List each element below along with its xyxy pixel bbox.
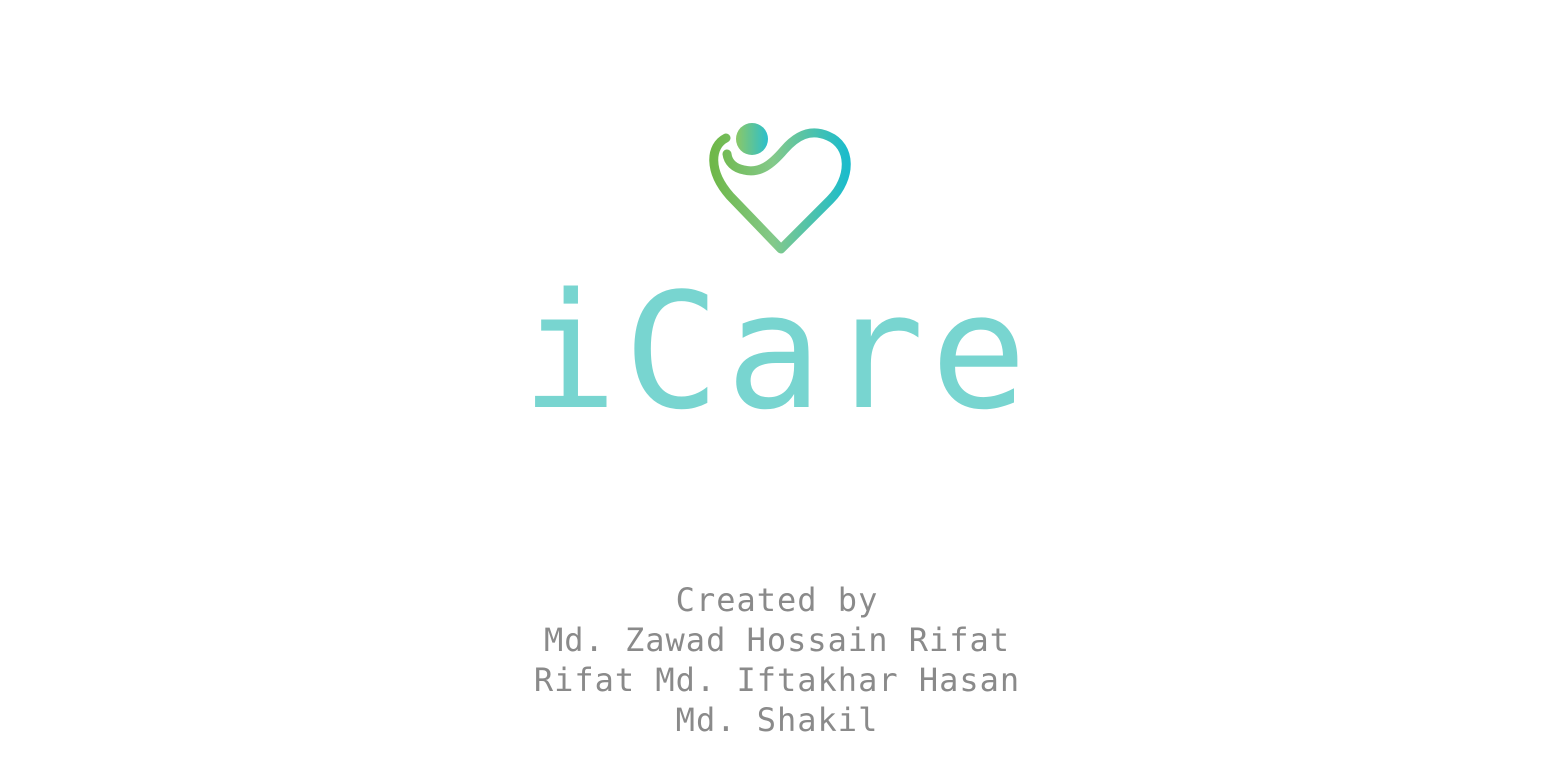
splash-screen: iCare Created by Md. Zawad Hossain Rifat… — [0, 0, 1554, 780]
heart-person-icon — [709, 123, 851, 254]
app-title: iCare — [521, 258, 1033, 445]
author-name: Md. Zawad Hossain Rifat — [543, 621, 1011, 659]
author-name: Md. Shakil — [675, 701, 879, 739]
author-name: Rifat Md. Iftakhar Hasan — [533, 661, 1021, 699]
credits-heading: Created by — [675, 581, 879, 619]
credits-block: Created by Md. Zawad Hossain Rifat Rifat… — [0, 580, 1554, 740]
